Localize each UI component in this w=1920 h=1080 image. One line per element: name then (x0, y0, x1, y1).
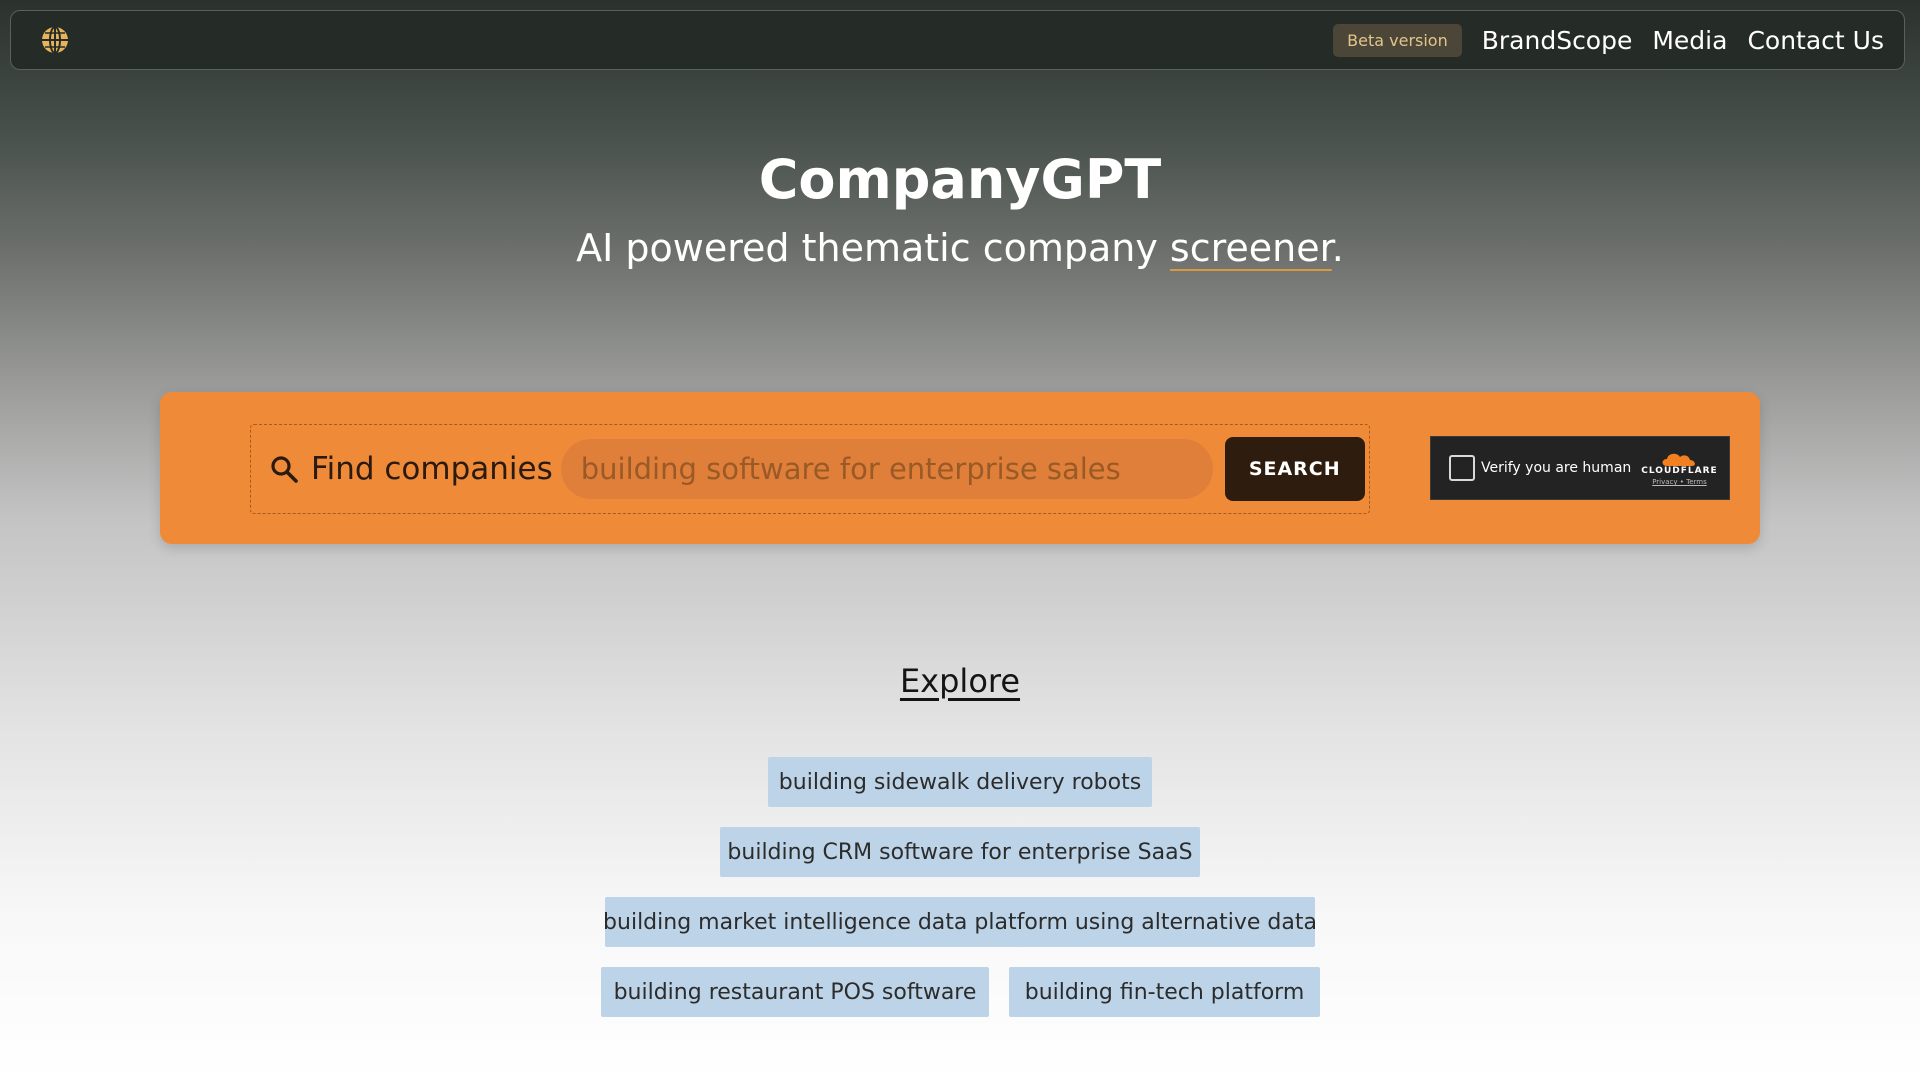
captcha-label: Verify you are human (1481, 460, 1632, 476)
globe-icon[interactable] (39, 24, 71, 56)
page-subtitle: AI powered thematic company screener. (0, 226, 1920, 270)
top-navbar: Beta version BrandScope Media Contact Us (10, 10, 1905, 70)
nav-link-brandscope[interactable]: BrandScope (1482, 26, 1633, 55)
explore-chip[interactable]: building fin-tech platform (1009, 967, 1320, 1017)
page-title: CompanyGPT (758, 148, 1162, 211)
search-button[interactable]: SEARCH (1224, 437, 1365, 501)
explore-chip[interactable]: building restaurant POS software (601, 967, 989, 1017)
explore-chip[interactable]: building CRM software for enterprise Saa… (720, 827, 1200, 877)
subtitle-underlined-word: screener (1169, 226, 1332, 270)
beta-badge: Beta version (1333, 23, 1462, 57)
explore-chip[interactable]: building sidewalk delivery robots (768, 757, 1152, 807)
captcha-checkbox[interactable] (1449, 455, 1475, 481)
subtitle-period: . (1331, 226, 1344, 270)
subtitle-text: AI powered thematic company (576, 226, 1170, 270)
cloudflare-brand: CLOUDFLARE (1641, 466, 1718, 476)
captcha-links[interactable]: Privacy • Terms (1652, 478, 1707, 486)
explore-heading[interactable]: Explore (0, 662, 1920, 700)
cloudflare-logo: CLOUDFLARE Privacy • Terms (1641, 450, 1717, 486)
search-panel: Find companies SEARCH Verify you are hum… (160, 392, 1760, 544)
captcha-widget: Verify you are human CLOUDFLARE Privacy … (1430, 436, 1730, 500)
explore-chip[interactable]: building market intelligence data platfo… (603, 897, 1317, 947)
search-input[interactable] (560, 439, 1213, 499)
search-icon (271, 456, 298, 483)
nav-link-media[interactable]: Media (1652, 26, 1727, 55)
nav-links: Beta version BrandScope Media Contact Us (1333, 23, 1884, 57)
search-form: Find companies SEARCH (250, 424, 1370, 514)
nav-link-contact-us[interactable]: Contact Us (1747, 26, 1884, 55)
find-companies-label: Find companies (311, 451, 553, 487)
